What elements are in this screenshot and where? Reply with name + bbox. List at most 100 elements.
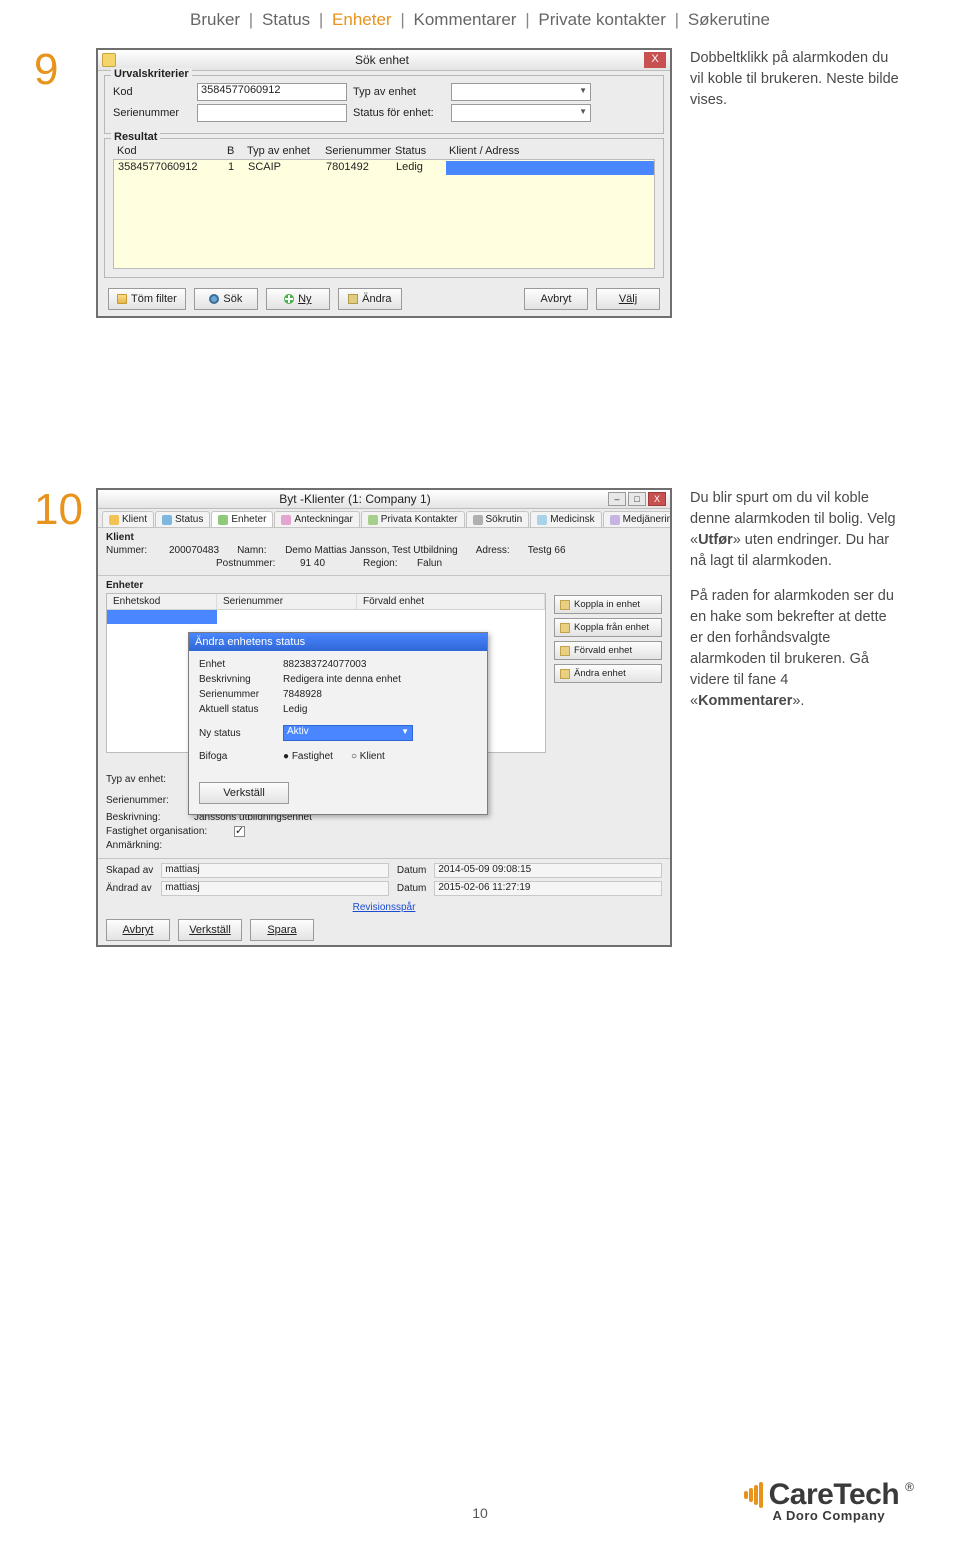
koppla-fran-button[interactable]: Koppla från enhet — [554, 618, 662, 637]
instruction-p1: Du blir spurt om du vil koble denne alar… — [690, 488, 900, 572]
crumb-kommentarer: Kommentarer — [413, 10, 516, 29]
skapad-dt-label: Datum — [397, 865, 426, 876]
tab-klient[interactable]: Klient — [102, 511, 154, 527]
tab-anteckningar[interactable]: Anteckningar — [274, 511, 359, 527]
klienter-window: Byt -Klienter (1: Company 1) – □ X Klien… — [96, 488, 672, 947]
window-title: Byt -Klienter (1: Company 1) — [102, 492, 608, 506]
logo-text: CareTech — [769, 1478, 900, 1512]
skapad-label: Skapad av — [106, 865, 153, 876]
koppla-in-button[interactable]: Koppla in enhet — [554, 595, 662, 614]
col-klient: Klient / Adress — [445, 145, 655, 157]
result-row[interactable]: 3584577060912 1 SCAIP 7801492 Ledig — [114, 160, 654, 176]
adress-label: Adress: — [476, 545, 520, 556]
notes-icon — [281, 515, 291, 525]
ny-status-dropdown[interactable]: Aktiv — [283, 725, 413, 741]
cell-selected — [107, 610, 217, 624]
popup-ser-value: 7848928 — [283, 689, 322, 700]
popup-enhet-label: Enhet — [199, 659, 277, 670]
maximize-button[interactable]: □ — [628, 492, 646, 506]
popup-verkstall-button[interactable]: Verkställ — [199, 782, 289, 804]
typ-dropdown[interactable] — [451, 83, 591, 101]
step-number-10: 10 — [34, 488, 78, 532]
crumb-private: Private kontakter — [538, 10, 666, 29]
andrad-dt-label: Datum — [397, 883, 426, 894]
forvald-button[interactable]: Förvald enhet — [554, 641, 662, 660]
close-button[interactable]: X — [644, 52, 666, 68]
row-b: 1 — [224, 161, 244, 175]
tab-medjanering[interactable]: Medjänering — [603, 511, 670, 527]
beskr-label: Beskrivning: — [106, 812, 186, 823]
step-9-row: 9 Sök enhet X Urvalskriterier Kod 358457… — [0, 38, 960, 328]
step-number-9: 9 — [34, 48, 78, 92]
nummer-label: Nummer: — [106, 545, 161, 556]
avbryt-button[interactable]: Avbryt — [524, 288, 588, 310]
resultat-fieldset: Resultat Kod B Typ av enhet Serienummer … — [104, 138, 664, 278]
breadcrumb: Bruker | Status | Enheter | Kommentarer … — [0, 0, 960, 38]
sok-button[interactable]: Sök — [194, 288, 258, 310]
andra-status-popup: Ändra enhetens status Enhet 8823837240770… — [188, 632, 488, 815]
serienummer-label: Serienummer — [113, 107, 191, 119]
andra-enhet-button[interactable]: Ändra enhet — [554, 664, 662, 683]
ny-button[interactable]: Ny — [266, 288, 330, 310]
fastighet-checkbox[interactable] — [234, 826, 245, 837]
serienummer-input[interactable] — [197, 104, 347, 122]
search-routine-icon — [473, 515, 483, 525]
close-button[interactable]: X — [648, 492, 666, 506]
spara-button[interactable]: Spara — [250, 919, 314, 941]
tab-enheter[interactable]: Enheter — [211, 511, 273, 527]
status-dropdown[interactable] — [451, 104, 591, 122]
region-label: Region: — [363, 558, 409, 569]
status-icon — [162, 515, 172, 525]
metadata: Skapad av mattiasj Datum 2014-05-09 09:0… — [98, 858, 670, 900]
avbryt-button[interactable]: Avbryt — [106, 919, 170, 941]
registered-icon: ® — [905, 1480, 914, 1494]
edit-icon — [560, 669, 570, 679]
minimize-button[interactable]: – — [608, 492, 626, 506]
status-label: Status för enhet: — [353, 107, 445, 119]
tab-medicinsk[interactable]: Medicinsk — [530, 511, 601, 527]
bifoga-radio: Fastighet Klient — [283, 751, 385, 762]
tom-filter-button[interactable]: Töm filter — [108, 288, 186, 310]
revision-link[interactable]: Revisionsspår — [98, 900, 670, 915]
popup-enhet-value: 882383724077003 — [283, 659, 366, 670]
logo-bars-icon — [744, 1482, 763, 1508]
andra-button[interactable]: Ändra — [338, 288, 402, 310]
tab-privata[interactable]: Privata Kontakter — [361, 511, 465, 527]
col-forvald: Förvald enhet — [357, 594, 545, 609]
bottom-button-bar: Avbryt Verkställ Spara — [98, 915, 670, 945]
valj-button[interactable]: Välj — [596, 288, 660, 310]
col-serienummer: Serienummer — [217, 594, 357, 609]
ser-label: Serienummer: — [106, 795, 186, 806]
radio-klient[interactable]: Klient — [351, 751, 385, 762]
tab-bar: Klient Status Enheter Anteckningar Priva… — [98, 509, 670, 528]
popup-title: Ändra enhetens status — [189, 633, 487, 651]
typ-label: Typ av enhet — [353, 86, 445, 98]
instruction-p2: På raden for alarmkoden ser du en hake s… — [690, 586, 900, 712]
anm-label: Anmärkning: — [106, 840, 186, 851]
popup-bifoga-label: Bifoga — [199, 751, 277, 762]
app-icon — [102, 53, 116, 67]
step-10-row: 10 Byt -Klienter (1: Company 1) – □ X Kl… — [0, 478, 960, 957]
result-header: Kod B Typ av enhet Serienummer Status Kl… — [113, 143, 655, 159]
adress-value: Testg 66 — [528, 545, 566, 556]
verkstall-button[interactable]: Verkställ — [178, 919, 242, 941]
andrad-label: Ändrad av — [106, 883, 153, 894]
crumb-sep: | — [525, 10, 529, 29]
caretech-logo: CareTech ® A Doro Company — [744, 1478, 914, 1523]
col-typ: Typ av enhet — [243, 145, 321, 157]
tab-status[interactable]: Status — [155, 511, 210, 527]
fastighet-label: Fastighet organisation: — [106, 826, 226, 837]
window-title: Sök enhet — [120, 53, 644, 67]
col-status: Status — [391, 145, 445, 157]
crumb-enheter: Enheter — [332, 10, 392, 29]
row-ser: 7801492 — [322, 161, 392, 175]
tab-sokrutin[interactable]: Sökrutin — [466, 511, 530, 527]
row-typ: SCAIP — [244, 161, 322, 175]
result-legend: Resultat — [111, 131, 160, 143]
nummer-value: 200070483 — [169, 545, 219, 556]
kod-input[interactable]: 3584577060912 — [197, 83, 347, 101]
button-bar: Töm filter Sök Ny Ändra Avbryt Välj — [98, 282, 670, 316]
radio-fastighet[interactable]: Fastighet — [283, 751, 333, 762]
enheter-row[interactable] — [107, 610, 545, 624]
klient-icon — [109, 515, 119, 525]
